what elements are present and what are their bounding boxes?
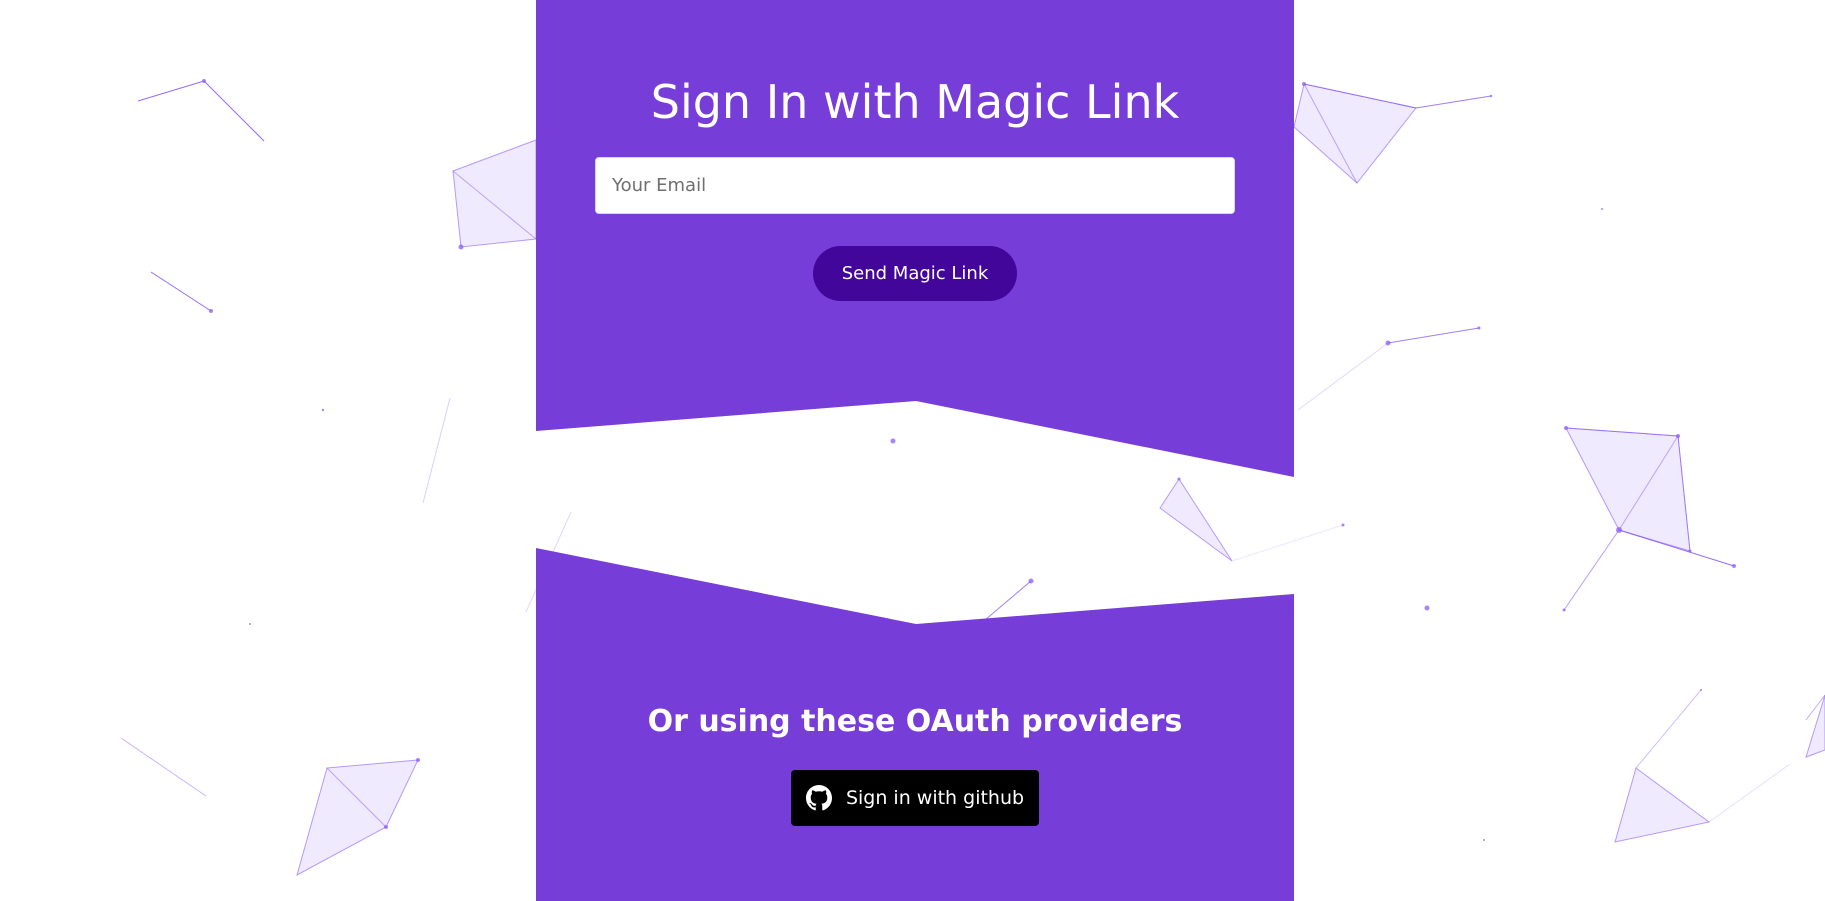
oauth-heading: Or using these OAuth providers (647, 704, 1183, 739)
email-input[interactable] (595, 157, 1235, 214)
github-signin-button[interactable]: Sign in with github (791, 770, 1039, 826)
github-signin-label: Sign in with github (845, 787, 1025, 809)
page: Sign In with Magic Link Send Magic Link … (0, 0, 1825, 901)
page-title: Sign In with Magic Link (650, 75, 1180, 129)
github-icon (805, 785, 832, 811)
send-magic-link-button[interactable]: Send Magic Link (813, 246, 1017, 301)
